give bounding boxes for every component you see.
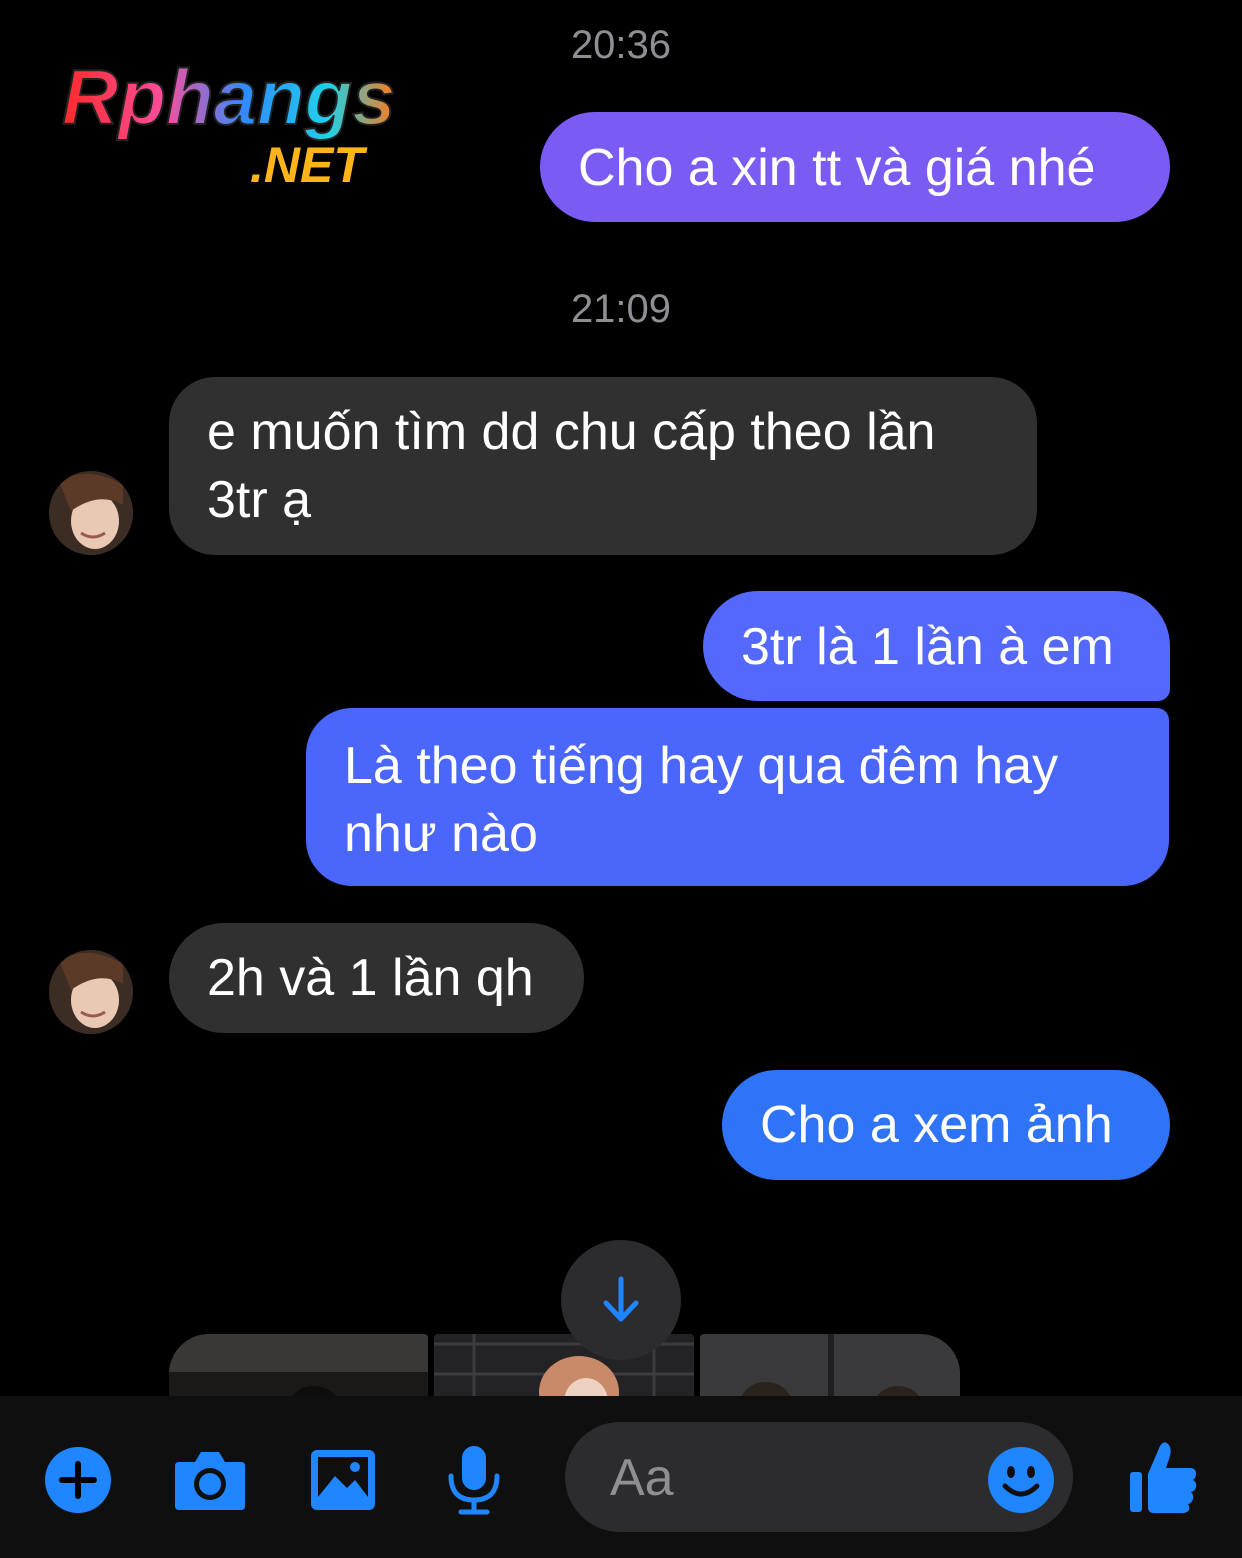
- arrow-down-icon: [603, 1276, 639, 1322]
- message-text-line: e muốn tìm dd chu cấp theo lần: [207, 403, 936, 461]
- message-text: 2h và 1 lần qh: [207, 949, 534, 1007]
- outgoing-message[interactable]: 3tr là 1 lần à em: [703, 591, 1170, 701]
- thumbs-up-icon: [1130, 1442, 1197, 1513]
- message-input-placeholder: Aa: [610, 1449, 674, 1507]
- microphone-icon: [448, 1446, 500, 1515]
- incoming-message[interactable]: e muốn tìm dd chu cấp theo lần 3tr ạ: [169, 377, 1037, 555]
- add-button[interactable]: [44, 1446, 112, 1514]
- message-text-line: 3tr ạ: [207, 471, 312, 529]
- image-icon: [311, 1450, 375, 1510]
- message-text: Cho a xem ảnh: [760, 1096, 1113, 1154]
- emoji-button[interactable]: [987, 1446, 1055, 1514]
- incoming-message[interactable]: 2h và 1 lần qh: [169, 923, 584, 1033]
- avatar-photo: [49, 471, 133, 555]
- message-text: 3tr là 1 lần à em: [741, 618, 1114, 676]
- plus-icon: [45, 1447, 111, 1513]
- contact-avatar[interactable]: [49, 471, 133, 555]
- rphangs-logo: Rphangs .NET: [61, 52, 397, 192]
- contact-avatar[interactable]: [49, 950, 133, 1034]
- like-button[interactable]: [1128, 1440, 1198, 1514]
- outgoing-message[interactable]: Là theo tiếng hay qua đêm hay như nào: [306, 708, 1169, 886]
- message-text-line: như nào: [344, 805, 538, 863]
- outgoing-message[interactable]: Cho a xem ảnh: [722, 1070, 1170, 1180]
- message-text: Cho a xin tt và giá nhé: [578, 139, 1096, 197]
- microphone-button[interactable]: [445, 1444, 503, 1516]
- gallery-button[interactable]: [309, 1448, 377, 1512]
- timestamp: 21:09: [570, 287, 672, 331]
- emoji-icon: [988, 1447, 1054, 1513]
- camera-button[interactable]: [173, 1448, 247, 1512]
- outgoing-message[interactable]: Cho a xin tt và giá nhé: [540, 112, 1170, 222]
- svg-text:.NET: .NET: [250, 137, 368, 192]
- scroll-to-bottom-button[interactable]: [561, 1240, 681, 1360]
- message-text-line: Là theo tiếng hay qua đêm hay: [344, 737, 1059, 795]
- camera-icon: [175, 1452, 245, 1510]
- timestamp: 20:36: [570, 23, 672, 67]
- avatar-photo: [49, 950, 133, 1034]
